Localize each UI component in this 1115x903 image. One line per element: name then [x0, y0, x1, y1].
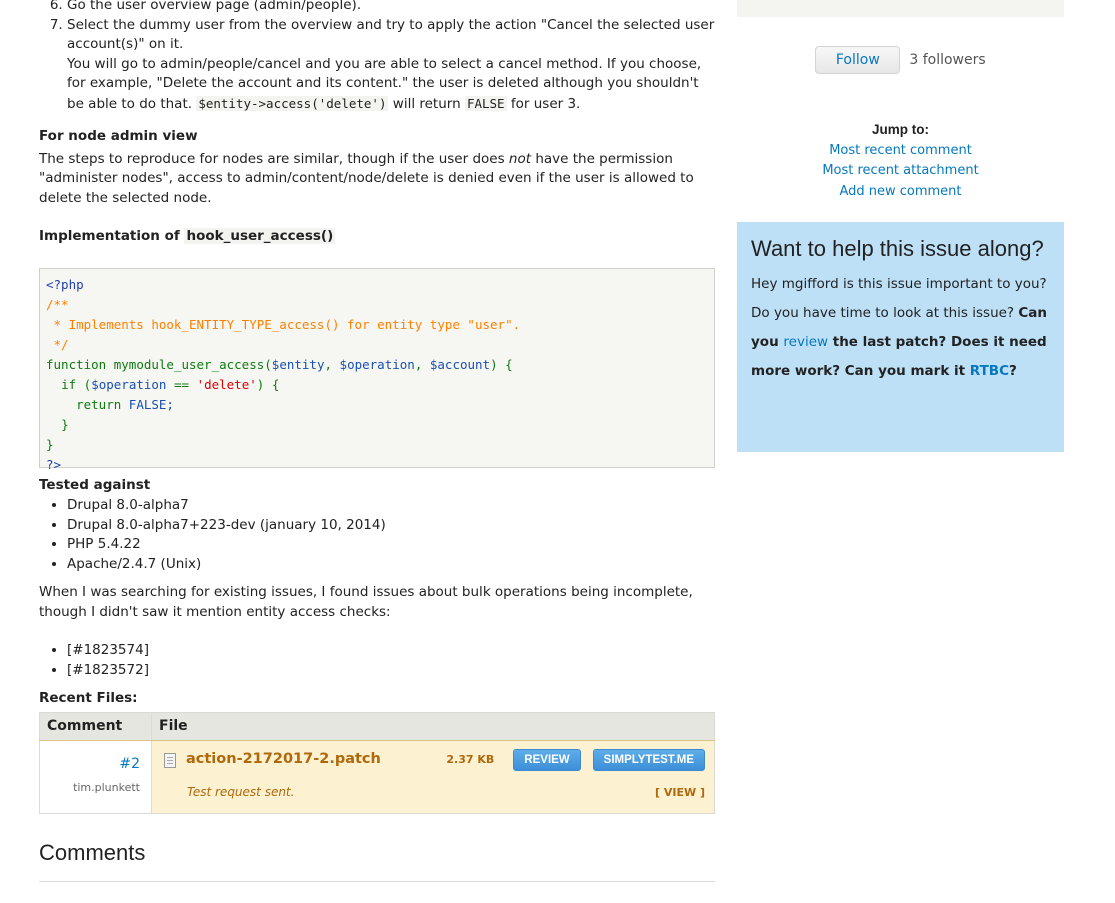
simplytest-button[interactable]: SIMPLYTEST.ME: [592, 749, 705, 771]
related-issues-list: [#1823574] [#1823572]: [39, 641, 715, 680]
comment-cell: #2 tim.plunkett: [39, 740, 152, 814]
node-admin-heading: For node admin view: [39, 128, 198, 144]
comment-author: tim.plunkett: [73, 780, 140, 794]
inline-code: $entity->access('delete'): [196, 95, 389, 111]
list-item: Drupal 8.0-alpha7+223-dev (january 10, 2…: [67, 516, 715, 536]
list-item: PHP 5.4.22: [67, 535, 715, 555]
comment-number-link[interactable]: #2: [46, 755, 140, 775]
steps-list: Go the user overview page (admin/people)…: [39, 0, 715, 114]
list-item: Drupal 8.0-alpha7: [67, 496, 715, 516]
jump-most-recent-comment[interactable]: Most recent comment: [737, 141, 1064, 162]
list-item: Apache/2.4.7 (Unix): [67, 555, 715, 575]
help-title: Want to help this issue along?: [751, 236, 1044, 261]
searching-text: When I was searching for existing issues…: [39, 584, 693, 620]
column-header-comment: Comment: [39, 711, 152, 741]
review-button[interactable]: REVIEW: [513, 749, 581, 771]
file-cell: action-2172017-2.patch 2.37 KB REVIEW SI…: [151, 740, 715, 814]
review-link[interactable]: review: [783, 334, 828, 350]
table-row: #2 tim.plunkett action-2172017-2.patch 2…: [39, 740, 715, 814]
follow-button[interactable]: Follow: [815, 46, 901, 74]
help-issue-box: Want to help this issue along? Hey mgiff…: [737, 222, 1064, 452]
tested-against-heading: Tested against: [39, 476, 151, 493]
related-issue-link[interactable]: [#1823574]: [67, 641, 715, 661]
patch-file-link[interactable]: action-2172017-2.patch: [186, 750, 446, 770]
step-6: Go the user overview page (admin/people)…: [67, 0, 715, 16]
implementation-heading: Implementation of hook_user_access(): [39, 228, 336, 244]
jump-add-new-comment[interactable]: Add new comment: [737, 182, 1064, 203]
sidebar-top-panel: [737, 0, 1064, 17]
recent-files-heading: Recent Files:: [39, 690, 138, 706]
followers-count: 3 followers: [909, 52, 986, 68]
help-text: Hey mgifford is this issue important to …: [751, 276, 1048, 379]
recent-files-table: Comment File #2 tim.plunkett action-2172…: [39, 711, 715, 814]
inline-code: FALSE: [464, 95, 507, 111]
divider: [39, 880, 715, 882]
jump-most-recent-attachment[interactable]: Most recent attachment: [737, 161, 1064, 182]
view-link[interactable]: [ VIEW ]: [655, 783, 705, 803]
test-status: Test request sent.: [187, 785, 295, 799]
related-issue-link[interactable]: [#1823572]: [67, 661, 715, 681]
column-header-file: File: [151, 711, 715, 741]
tested-against-list: Drupal 8.0-alpha7 Drupal 8.0-alpha7+223-…: [39, 496, 715, 574]
file-document-icon: [164, 752, 176, 768]
jump-to: Jump to: Most recent comment Most recent…: [737, 120, 1064, 202]
table-header-row: Comment File: [39, 711, 715, 741]
comments-heading: Comments: [39, 840, 146, 865]
follow-area: Follow 3 followers: [737, 46, 1064, 74]
jump-to-title: Jump to:: [872, 122, 929, 137]
issue-body: Go the user overview page (admin/people)…: [39, 0, 715, 882]
code-block: <?php /** * Implements hook_ENTITY_TYPE_…: [39, 267, 715, 472]
node-admin-text: The steps to reproduce for nodes are sim…: [39, 150, 694, 206]
rtbc-link[interactable]: RTBC: [970, 363, 1009, 379]
file-size: 2.37 KB: [446, 753, 495, 767]
step-7: Select the dummy user from the overview …: [67, 16, 715, 115]
